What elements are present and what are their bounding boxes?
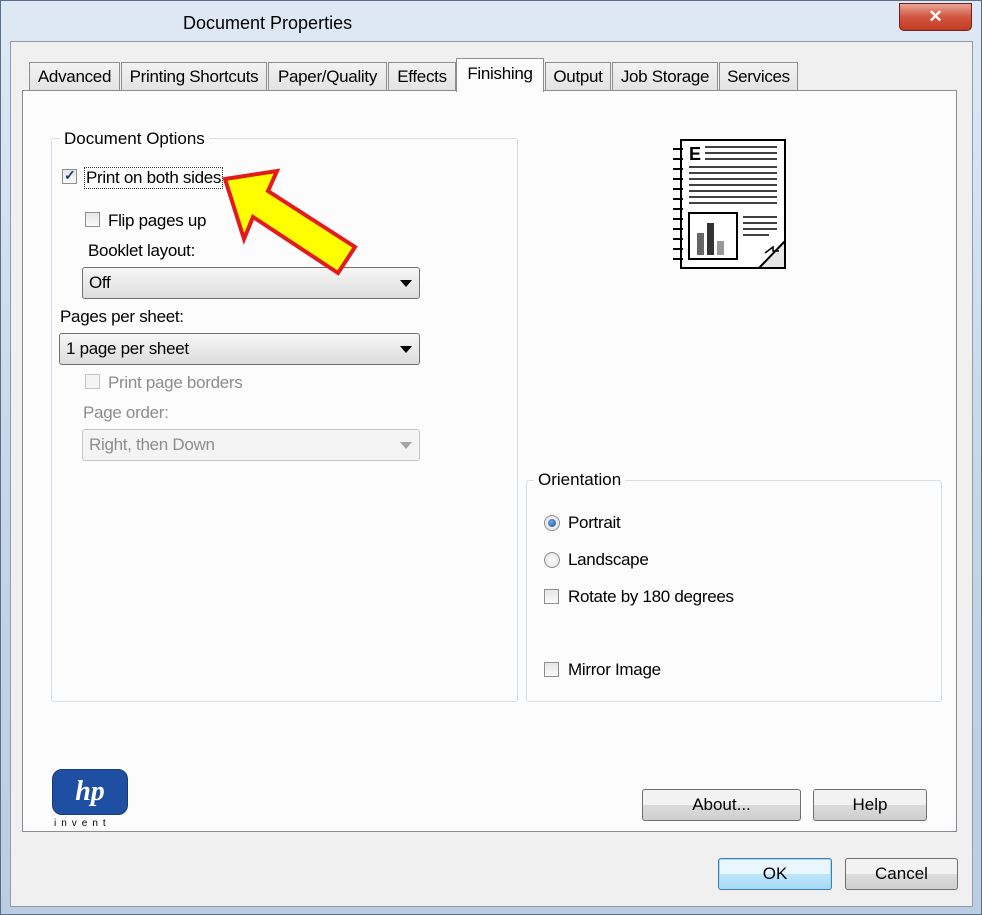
duplex-document-preview-icon: E [673, 139, 786, 269]
booklet-layout-label: Booklet layout: [88, 241, 196, 260]
pages-per-sheet-dropdown[interactable]: 1 page per sheet [59, 333, 420, 365]
document-options-title: Document Options [60, 129, 209, 149]
tab-finishing[interactable]: Finishing [456, 58, 544, 92]
window-title: Document Properties [183, 13, 353, 33]
hp-logo-mark: hp [75, 776, 105, 807]
close-icon: ✕ [928, 7, 943, 26]
flip-pages-up-label[interactable]: Flip pages up [108, 211, 206, 231]
orientation-title: Orientation [534, 470, 626, 490]
print-page-borders-label: Print page borders [108, 373, 243, 392]
ok-button-label: OK [762, 864, 788, 883]
chevron-down-icon [400, 442, 412, 449]
help-button-label: Help [852, 795, 888, 814]
ok-button[interactable]: OK [718, 858, 832, 890]
callout-arrow-icon [222, 168, 358, 276]
print-both-sides-checkbox[interactable]: ✓ [62, 167, 77, 184]
page-order-dropdown[interactable]: Right, then Down [82, 429, 420, 461]
finishing-tab-panel: Document Options ✓ Print on both sides F… [22, 90, 957, 832]
help-button[interactable]: Help [813, 789, 927, 821]
tab-paper-quality[interactable]: Paper/Quality [268, 62, 387, 90]
check-mark-icon: ✓ [64, 167, 76, 183]
chevron-down-icon [400, 280, 412, 287]
print-both-sides-label[interactable]: Print on both sides [84, 167, 224, 189]
page-order-value: Right, then Down [89, 435, 215, 454]
mirror-image-label[interactable]: Mirror Image [568, 660, 661, 680]
portrait-label[interactable]: Portrait [568, 513, 621, 533]
pages-per-sheet-label: Pages per sheet: [60, 307, 184, 326]
tab-services[interactable]: Services [719, 62, 798, 90]
cancel-button-label: Cancel [875, 864, 928, 883]
pages-per-sheet-value: 1 page per sheet [66, 339, 189, 358]
print-page-borders-checkbox[interactable] [85, 374, 100, 389]
mirror-image-checkbox[interactable] [544, 662, 559, 677]
flip-pages-up-checkbox[interactable] [85, 212, 100, 227]
landscape-label[interactable]: Landscape [568, 550, 649, 570]
tab-printing-shortcuts[interactable]: Printing Shortcuts [121, 62, 267, 90]
radio-selected-icon [548, 519, 556, 527]
tab-job-storage[interactable]: Job Storage [612, 62, 718, 90]
about-button-label: About... [692, 795, 751, 814]
booklet-layout-value: Off [89, 273, 111, 292]
rotate-180-label[interactable]: Rotate by 180 degrees [568, 587, 734, 607]
tab-advanced[interactable]: Advanced [29, 62, 120, 90]
tab-effects[interactable]: Effects [388, 62, 456, 90]
chevron-down-icon [400, 346, 412, 353]
tab-output[interactable]: Output [545, 62, 611, 90]
landscape-radio[interactable] [544, 552, 560, 568]
rotate-180-checkbox[interactable] [544, 589, 559, 604]
cancel-button[interactable]: Cancel [845, 858, 958, 890]
portrait-radio[interactable] [544, 515, 560, 531]
hp-logo-tagline: invent [54, 818, 111, 829]
svg-text:E: E [689, 144, 701, 164]
about-button[interactable]: About... [642, 789, 801, 821]
page-order-label: Page order: [83, 403, 169, 422]
hp-logo: hp invent [52, 769, 128, 829]
close-button[interactable]: ✕ [899, 3, 972, 31]
